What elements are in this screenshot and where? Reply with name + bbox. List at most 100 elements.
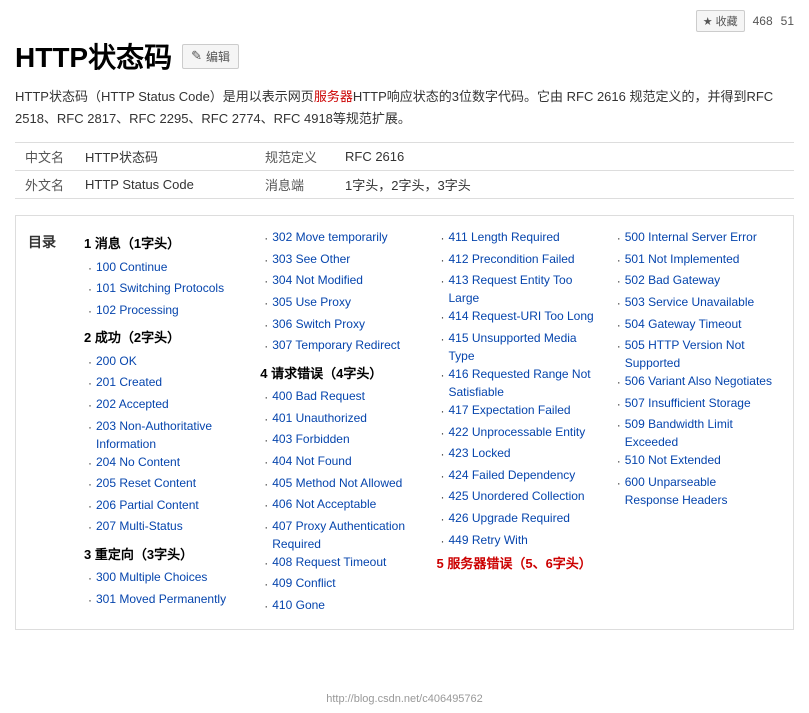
toc-item: 510 Not Extended [613, 451, 773, 473]
collect-button[interactable]: ★ 收藏 [696, 10, 745, 32]
toc-link[interactable]: 203 Non-Authoritative Information [96, 417, 244, 453]
section-link[interactable]: 5 服务器错误（5、6字头） [437, 556, 592, 571]
toc-link[interactable]: 202 Accepted [96, 395, 169, 413]
toc-link[interactable]: 417 Expectation Failed [449, 401, 571, 419]
toc-link[interactable]: 201 Created [96, 373, 162, 391]
toc-link[interactable]: 400 Bad Request [272, 387, 365, 405]
toc-item: 100 Continue [84, 258, 244, 280]
toc-link[interactable]: 413 Request Entity Too Large [449, 271, 597, 307]
toc-link[interactable]: 509 Bandwidth Limit Exceeded [625, 415, 773, 451]
info-meta-label: 规范定义 [255, 143, 335, 171]
toc-link[interactable]: 307 Temporary Redirect [272, 336, 400, 354]
toc-item: 206 Partial Content [84, 496, 244, 518]
toc-link[interactable]: 404 Not Found [272, 452, 351, 470]
toc-link[interactable]: 426 Upgrade Required [449, 509, 570, 527]
edit-button[interactable]: 编辑 [182, 44, 239, 69]
section-header-1-1: 4 请求错误（4字头） [260, 362, 420, 385]
toc-item: 201 Created [84, 373, 244, 395]
toc-col-1: 302 Move temporarily 303 See Other 304 Not… [252, 228, 428, 617]
toc-item: 500 Internal Server Error [613, 228, 773, 250]
toc-link[interactable]: 401 Unauthorized [272, 409, 367, 427]
section-header-0-2: 3 重定向（3字头） [84, 543, 244, 566]
section-link[interactable]: 3 重定向（3字头） [84, 547, 193, 562]
toc-link[interactable]: 424 Failed Dependency [449, 466, 576, 484]
info-row: 外文名 HTTP Status Code 消息端 1字头，2字头，3字头 [15, 171, 794, 199]
toc-link[interactable]: 412 Precondition Failed [449, 250, 575, 268]
toc-item: 503 Service Unavailable [613, 293, 773, 315]
toc-link[interactable]: 507 Insufficient Storage [625, 394, 751, 412]
toc-link[interactable]: 506 Variant Also Negotiates [625, 372, 772, 390]
info-table: 中文名 HTTP状态码 规范定义 RFC 2616 外文名 HTTP Statu… [15, 142, 794, 199]
toc-link[interactable]: 415 Unsupported Media Type [449, 329, 597, 365]
toc-item: 505 HTTP Version Not Supported [613, 336, 773, 372]
toc-link[interactable]: 449 Retry With [449, 531, 528, 549]
toc-link[interactable]: 101 Switching Protocols [96, 279, 224, 297]
toc-item: 416 Requested Range Not Satisfiable [437, 365, 597, 401]
section-link[interactable]: 4 请求错误（4字头） [260, 366, 382, 381]
toc-link[interactable]: 306 Switch Proxy [272, 315, 365, 333]
toc-link[interactable]: 206 Partial Content [96, 496, 199, 514]
toc-link[interactable]: 205 Reset Content [96, 474, 196, 492]
toc-item: 305 Use Proxy [260, 293, 420, 315]
toc-item: 400 Bad Request [260, 387, 420, 409]
toc-link[interactable]: 504 Gateway Timeout [625, 315, 742, 333]
section-link[interactable]: 1 消息（1字头） [84, 236, 180, 251]
toc-item: 425 Unordered Collection [437, 487, 597, 509]
toc-link[interactable]: 510 Not Extended [625, 451, 721, 469]
toc-link[interactable]: 422 Unprocessable Entity [449, 423, 586, 441]
toc-link[interactable]: 403 Forbidden [272, 430, 349, 448]
toc-link[interactable]: 407 Proxy Authentication Required [272, 517, 420, 553]
toc-link[interactable]: 204 No Content [96, 453, 180, 471]
toc-item: 200 OK [84, 352, 244, 374]
server-link[interactable]: 服务器 [314, 89, 353, 104]
toc-link[interactable]: 305 Use Proxy [272, 293, 351, 311]
toc-link[interactable]: 410 Gone [272, 596, 325, 614]
toc-link[interactable]: 414 Request-URI Too Long [449, 307, 594, 325]
toc-link[interactable]: 304 Not Modified [272, 271, 363, 289]
toc-item: 507 Insufficient Storage [613, 394, 773, 416]
info-row: 中文名 HTTP状态码 规范定义 RFC 2616 [15, 143, 794, 171]
toc-link[interactable]: 416 Requested Range Not Satisfiable [449, 365, 597, 401]
toc-item: 207 Multi-Status [84, 517, 244, 539]
toc-link[interactable]: 300 Multiple Choices [96, 568, 207, 586]
pencil-icon [191, 48, 202, 64]
toc-link[interactable]: 425 Unordered Collection [449, 487, 585, 505]
section-header-0-1: 2 成功（2字头） [84, 326, 244, 349]
toc-link[interactable]: 505 HTTP Version Not Supported [625, 336, 773, 372]
toc-link[interactable]: 102 Processing [96, 301, 179, 319]
toc-item: 204 No Content [84, 453, 244, 475]
toc-item: 202 Accepted [84, 395, 244, 417]
toc-link[interactable]: 301 Moved Permanently [96, 590, 226, 608]
toc-item: 403 Forbidden [260, 430, 420, 452]
toc-link[interactable]: 600 Unparseable Response Headers [625, 473, 773, 509]
toc-item: 307 Temporary Redirect [260, 336, 420, 358]
toc-link[interactable]: 200 OK [96, 352, 137, 370]
edit-label: 编辑 [206, 48, 230, 65]
toc-link[interactable]: 423 Locked [449, 444, 511, 462]
info-value: HTTP Status Code [75, 171, 255, 199]
desc-text1: HTTP状态码（HTTP Status Code）是用以表示网页 [15, 89, 314, 104]
toc-link[interactable]: 409 Conflict [272, 574, 335, 592]
toc-item: 409 Conflict [260, 574, 420, 596]
toc-item: 502 Bad Gateway [613, 271, 773, 293]
toc-link[interactable]: 405 Method Not Allowed [272, 474, 402, 492]
collect-label: 收藏 [716, 13, 738, 29]
toc-item: 413 Request Entity Too Large [437, 271, 597, 307]
toc-item: 406 Not Acceptable [260, 495, 420, 517]
toc-link[interactable]: 500 Internal Server Error [625, 228, 757, 246]
toc-link[interactable]: 503 Service Unavailable [625, 293, 754, 311]
toc-link[interactable]: 408 Request Timeout [272, 553, 386, 571]
toc-item: 504 Gateway Timeout [613, 315, 773, 337]
toc-link[interactable]: 303 See Other [272, 250, 350, 268]
toc-item: 506 Variant Also Negotiates [613, 372, 773, 394]
toc-link[interactable]: 406 Not Acceptable [272, 495, 376, 513]
toc-link[interactable]: 411 Length Required [449, 228, 560, 246]
toc-link[interactable]: 302 Move temporarily [272, 228, 387, 246]
info-value: HTTP状态码 [75, 143, 255, 171]
toc-link[interactable]: 502 Bad Gateway [625, 271, 720, 289]
toc-link[interactable]: 100 Continue [96, 258, 167, 276]
toc-link[interactable]: 207 Multi-Status [96, 517, 183, 535]
section-link[interactable]: 2 成功（2字头） [84, 330, 180, 345]
toc-item: 301 Moved Permanently [84, 590, 244, 612]
toc-link[interactable]: 501 Not Implemented [625, 250, 740, 268]
